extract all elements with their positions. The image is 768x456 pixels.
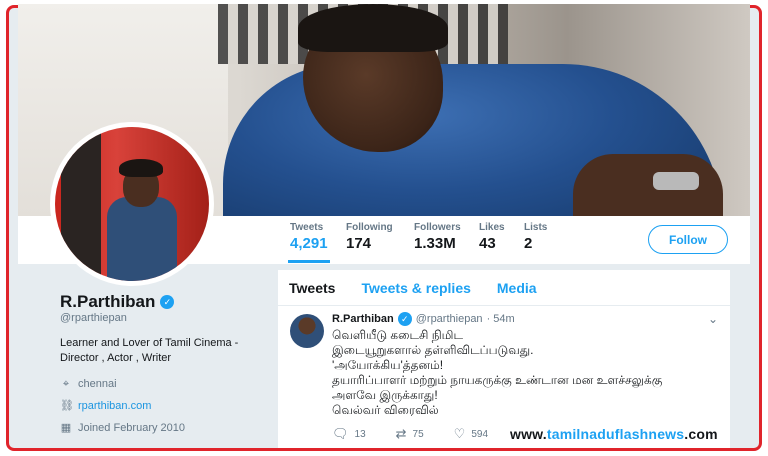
like-count: 594 [471, 428, 489, 440]
profile-handle[interactable]: @rparthiepan [60, 312, 127, 324]
website-link[interactable]: rparthiban.com [78, 400, 151, 412]
profile-sidebar: R.Parthiban ✓ @rparthiepan Learner and L… [18, 264, 268, 444]
stat-value: 4,291 [290, 235, 328, 252]
profile-name[interactable]: R.Parthiban ✓ [60, 292, 175, 312]
verified-badge-icon: ✓ [397, 312, 412, 326]
tweet-line: அளவே இருக்காது! [332, 388, 438, 402]
tab-media[interactable]: Media [497, 280, 537, 296]
tab-tweets[interactable]: Tweets [289, 280, 335, 296]
like-button[interactable]: ♡ 594 [454, 426, 488, 442]
profile-location: ⌖ chennai [60, 378, 117, 390]
stat-label: Followers [414, 222, 461, 233]
heart-icon: ♡ [453, 426, 466, 441]
timeline-tabs: Tweets Tweets & replies Media [278, 270, 730, 306]
stat-value: 1.33M [414, 235, 456, 252]
reply-button[interactable]: 🗨 13 [332, 426, 366, 442]
stat-value: 43 [479, 235, 496, 252]
watermark-suffix: .com [684, 426, 718, 442]
tweet-text: வெளியீடு கடைசி நிமிட இடையூறுகளால் தள்ளிவ… [332, 328, 662, 418]
retweet-button[interactable]: ⇄ 75 [396, 426, 424, 442]
location-pin-icon: ⌖ [62, 378, 70, 390]
reply-icon: 🗨 [332, 426, 349, 441]
tweet-avatar[interactable] [290, 314, 324, 348]
watermark-prefix: www. [510, 426, 547, 442]
profile-joined: ▦ Joined February 2010 [60, 422, 185, 434]
profile-avatar[interactable] [50, 122, 214, 286]
tweet-line: தயாரிப்பாளர் மற்றும் நாயகருக்கு உண்டான ம… [332, 373, 663, 387]
tweet-author-handle[interactable]: @rparthiepan [416, 313, 483, 325]
profile-bio: Learner and Lover of Tamil Cinema - Dire… [60, 337, 239, 364]
watermark-url: www.tamilnaduflashnews.com [510, 426, 718, 442]
stat-followers[interactable]: Followers 1.33M [414, 222, 461, 252]
follow-button[interactable]: Follow [648, 225, 728, 254]
tweet-line: 'அயோக்கிய'த்தனம்! [332, 358, 444, 372]
tweet-author-name[interactable]: R.Parthiban [332, 313, 394, 325]
stat-label: Tweets [290, 222, 324, 233]
stat-likes[interactable]: Likes 43 [479, 222, 505, 252]
retweet-count: 75 [412, 428, 424, 440]
stat-following[interactable]: Following 174 [346, 222, 393, 252]
tab-tweets-and-replies[interactable]: Tweets & replies [361, 280, 470, 296]
verified-badge-icon: ✓ [160, 295, 175, 309]
tweet-actions: 🗨 13 ⇄ 75 ♡ 594 [332, 426, 488, 442]
profile-website[interactable]: ⛓ rparthiban.com [60, 400, 151, 412]
tweet-timestamp[interactable]: · 54m [487, 313, 515, 325]
link-icon: ⛓ [60, 400, 74, 412]
tweets-panel: Tweets Tweets & replies Media R.Parthiba… [278, 270, 730, 448]
watermark-highlight: tamilnaduflashnews [546, 426, 685, 442]
retweet-icon: ⇄ [395, 426, 407, 441]
chevron-down-icon[interactable]: ⌄ [708, 312, 718, 326]
tweet-line: வெல்வர் விரைவில் [332, 403, 439, 417]
reply-count: 13 [354, 428, 366, 440]
tweet-line: இடையூறுகளால் தள்ளிவிடப்படுவது. [332, 343, 534, 357]
calendar-icon: ▦ [60, 422, 72, 434]
location-text: chennai [78, 378, 117, 390]
stat-label: Likes [479, 222, 505, 233]
profile-name-text: R.Parthiban [60, 292, 156, 311]
stat-value: 2 [524, 235, 533, 252]
stat-label: Following [346, 222, 393, 233]
stat-tweets[interactable]: Tweets 4,291 [288, 222, 330, 263]
stat-value: 174 [346, 235, 372, 252]
tweet-header: R.Parthiban ✓ @rparthiepan · 54m [332, 312, 515, 326]
stat-lists[interactable]: Lists 2 [524, 222, 547, 252]
stat-label: Lists [524, 222, 548, 233]
joined-text: Joined February 2010 [78, 422, 186, 434]
tweet-line: வெளியீடு கடைசி நிமிட [332, 328, 464, 342]
